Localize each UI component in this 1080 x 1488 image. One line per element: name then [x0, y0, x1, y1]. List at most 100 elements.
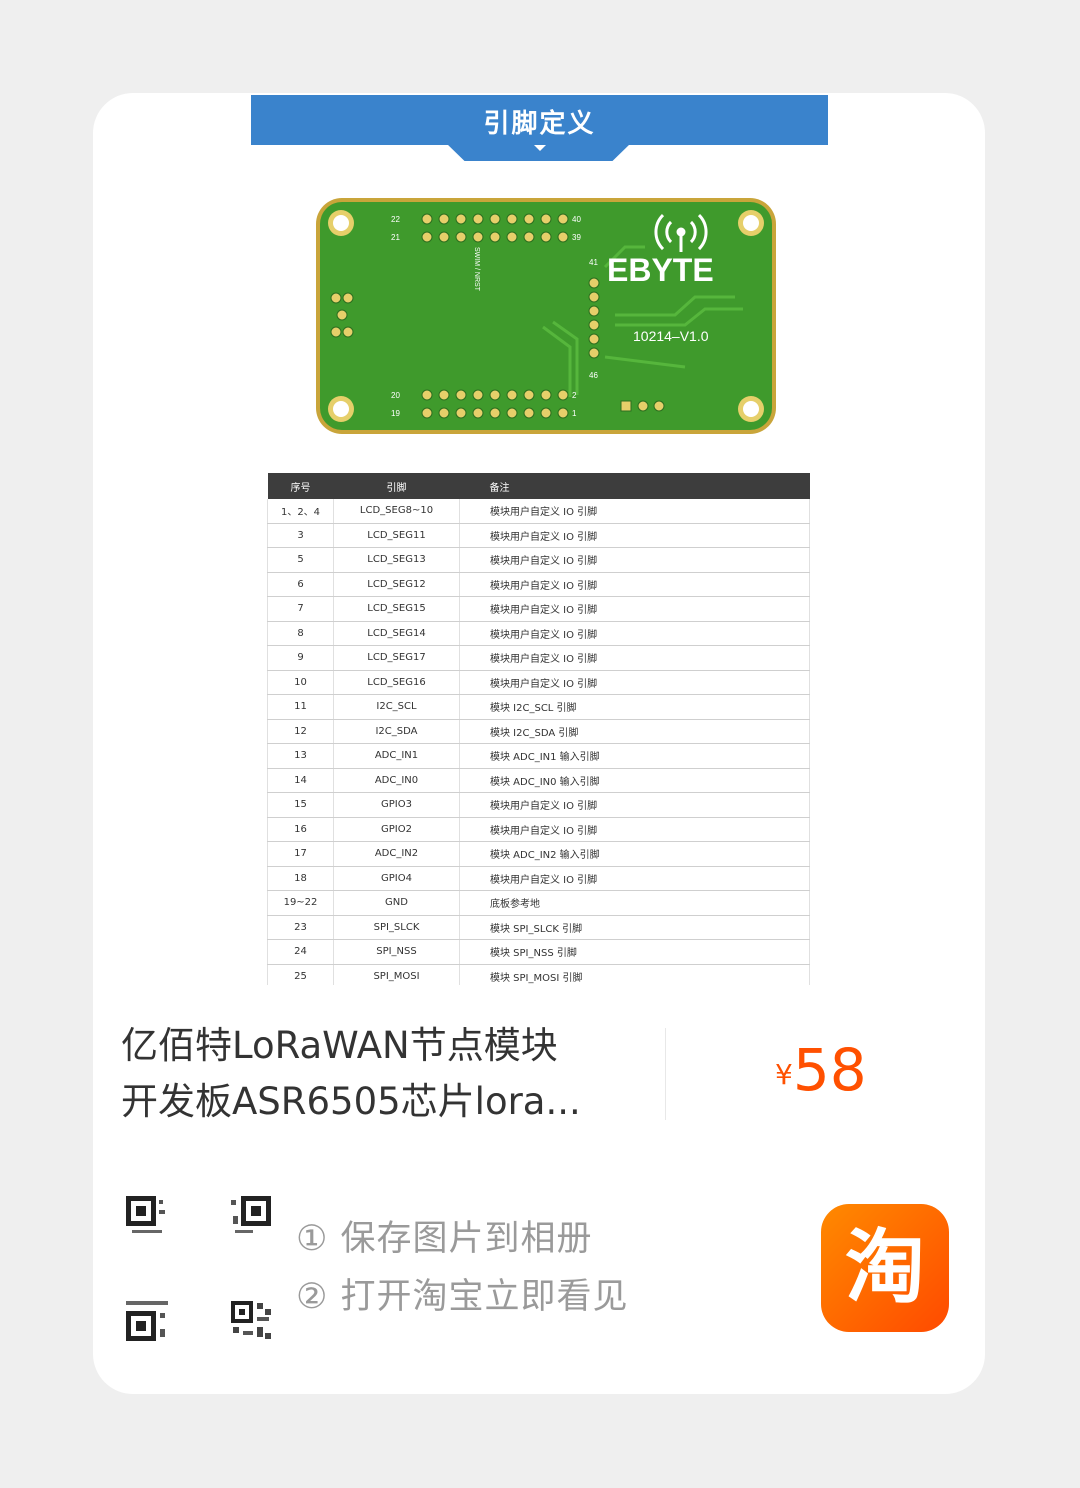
qr-code-fragment — [231, 1301, 271, 1339]
note-cell: 模块用户自定义 IO 引脚 — [459, 621, 810, 646]
pin-name-cell: LCD_SEG12 — [333, 572, 460, 597]
column-header: 引脚 — [333, 473, 460, 499]
pin-name-cell: LCD_SEG14 — [333, 621, 460, 646]
pin-label: 19 — [391, 409, 400, 418]
table-row: 6 LCD_SEG12 模块用户自定义 IO 引脚 — [267, 572, 810, 597]
price-value: 58 — [792, 1036, 867, 1104]
table-row: 7 LCD_SEG15 模块用户自定义 IO 引脚 — [267, 596, 810, 622]
pin-name-cell: ADC_IN0 — [333, 768, 460, 793]
table-row: 14 ADC_IN0 模块 ADC_IN0 输入引脚 — [267, 768, 810, 793]
table-row: 12 I2C_SDA 模块 I2C_SDA 引脚 — [267, 719, 810, 744]
note-cell: 模块 ADC_IN2 输入引脚 — [459, 841, 810, 867]
pin-label: 20 — [391, 391, 400, 400]
table-row: 18 GPIO4 模块用户自定义 IO 引脚 — [267, 866, 810, 891]
qr-code-fragment — [126, 1301, 168, 1341]
row-number-cell: 8 — [267, 621, 334, 646]
product-image[interactable]: 引脚定义 22 40 21 39 41 46 20 2 19 1 SWIM / … — [251, 95, 828, 985]
taobao-icon-glyph: 淘 — [845, 1221, 925, 1314]
row-number-cell: 10 — [267, 670, 334, 695]
pin-name-cell: I2C_SCL — [333, 694, 460, 720]
note-cell: 模块 ADC_IN1 输入引脚 — [459, 743, 810, 769]
note-cell: 模块用户自定义 IO 引脚 — [459, 547, 810, 573]
table-row: 1、2、4 LCD_SEG8~10 模块用户自定义 IO 引脚 — [267, 499, 810, 524]
board-version: 10214–V1.0 — [633, 328, 709, 344]
row-number-cell: 24 — [267, 939, 334, 965]
pin-label: 21 — [391, 233, 400, 242]
table-row: 8 LCD_SEG14 模块用户自定义 IO 引脚 — [267, 621, 810, 646]
note-cell: 模块用户自定义 IO 引脚 — [459, 572, 810, 597]
row-number-cell: 6 — [267, 572, 334, 597]
column-header: 序号 — [267, 473, 334, 499]
pin-name-cell: LCD_SEG16 — [333, 670, 460, 695]
table-row: 23 SPI_SLCK 模块 SPI_SLCK 引脚 — [267, 915, 810, 940]
pin-name-cell: LCD_SEG11 — [333, 523, 460, 548]
table-row: 25 SPI_MOSI 模块 SPI_MOSI 引脚 — [267, 964, 810, 985]
note-cell: 模块用户自定义 IO 引脚 — [459, 670, 810, 695]
note-cell: 模块 SPI_NSS 引脚 — [459, 939, 810, 965]
pin-definition-table: 序号 引脚 备注 1、2、4 LCD_SEG8~10 模块用户自定义 IO 引脚 3 L… — [267, 473, 810, 985]
table-row: 16 GPIO2 模块用户自定义 IO 引脚 — [267, 817, 810, 842]
table-row: 9 LCD_SEG17 模块用户自定义 IO 引脚 — [267, 645, 810, 671]
pin-name-cell: LCD_SEG15 — [333, 596, 460, 622]
row-number-cell: 7 — [267, 596, 334, 622]
pin-label: 40 — [572, 215, 581, 224]
pin-name-cell: GPIO2 — [333, 817, 460, 842]
pin-name-cell: ADC_IN2 — [333, 841, 460, 867]
row-number-cell: 17 — [267, 841, 334, 867]
table-row: 11 I2C_SCL 模块 I2C_SCL 引脚 — [267, 694, 810, 720]
pin-name-cell: SPI_SLCK — [333, 915, 460, 940]
product-title-line1: 亿佰特LoRaWAN节点模块 — [121, 1024, 558, 1067]
pin-name-cell: LCD_SEG17 — [333, 645, 460, 671]
qr-code-fragment — [126, 1196, 165, 1233]
note-cell: 模块用户自定义 IO 引脚 — [459, 792, 810, 818]
pin-label: 2 — [572, 391, 577, 400]
brand-logo: EBYTE — [607, 252, 714, 288]
pin-name-cell: LCD_SEG8~10 — [333, 499, 460, 524]
row-number-cell: 12 — [267, 719, 334, 744]
table-header-row: 序号 引脚 备注 — [267, 473, 810, 499]
table-row: 15 GPIO3 模块用户自定义 IO 引脚 — [267, 792, 810, 818]
step-save-to-album: ① 保存图片到相册 — [296, 1219, 593, 1259]
pin-name-cell: GND — [333, 890, 460, 916]
row-number-cell: 18 — [267, 866, 334, 891]
pin-name-cell: ADC_IN1 — [333, 743, 460, 769]
product-price: ¥58 — [775, 1036, 867, 1104]
note-cell: 模块用户自定义 IO 引脚 — [459, 523, 810, 548]
pin-label: 1 — [572, 409, 577, 418]
table-row: 5 LCD_SEG13 模块用户自定义 IO 引脚 — [267, 547, 810, 573]
currency-symbol: ¥ — [775, 1058, 793, 1091]
pin-name-cell: SPI_MOSI — [333, 964, 460, 985]
qr-code-fragment — [231, 1196, 271, 1233]
row-number-cell: 23 — [267, 915, 334, 940]
pin-name-cell: LCD_SEG13 — [333, 547, 460, 573]
taobao-icon[interactable]: 淘 — [821, 1204, 949, 1332]
table-row: 10 LCD_SEG16 模块用户自定义 IO 引脚 — [267, 670, 810, 695]
column-header: 备注 — [459, 473, 810, 499]
pin-label: 46 — [589, 371, 598, 380]
row-number-cell: 5 — [267, 547, 334, 573]
row-number-cell: 11 — [267, 694, 334, 720]
banner-title: 引脚定义 — [483, 109, 596, 139]
pin-name-cell: I2C_SDA — [333, 719, 460, 744]
note-cell: 底板参考地 — [459, 890, 810, 916]
table-row: 13 ADC_IN1 模块 ADC_IN1 输入引脚 — [267, 743, 810, 769]
note-cell: 模块用户自定义 IO 引脚 — [459, 645, 810, 671]
note-cell: 模块用户自定义 IO 引脚 — [459, 866, 810, 891]
row-number-cell: 1、2、4 — [267, 499, 334, 524]
product-title[interactable]: 亿佰特LoRaWAN节点模块 开发板ASR6505芯片lora... — [121, 1018, 591, 1130]
note-cell: 模块 SPI_MOSI 引脚 — [459, 964, 810, 985]
table-row: 24 SPI_NSS 模块 SPI_NSS 引脚 — [267, 939, 810, 965]
share-card: 引脚定义 22 40 21 39 41 46 20 2 19 1 SWIM / … — [93, 93, 985, 1394]
pin-label: 41 — [589, 258, 598, 267]
note-cell: 模块用户自定义 IO 引脚 — [459, 596, 810, 622]
pin-label: 22 — [391, 215, 400, 224]
note-cell: 模块 I2C_SDA 引脚 — [459, 719, 810, 744]
row-number-cell: 13 — [267, 743, 334, 769]
table-row: 19~22 GND 底板参考地 — [267, 890, 810, 916]
note-cell: 模块用户自定义 IO 引脚 — [459, 499, 810, 524]
row-number-cell: 3 — [267, 523, 334, 548]
note-cell: 模块 SPI_SLCK 引脚 — [459, 915, 810, 940]
row-number-cell: 25 — [267, 964, 334, 985]
pin-label: 39 — [572, 233, 581, 242]
pin-name-cell: GPIO3 — [333, 792, 460, 818]
